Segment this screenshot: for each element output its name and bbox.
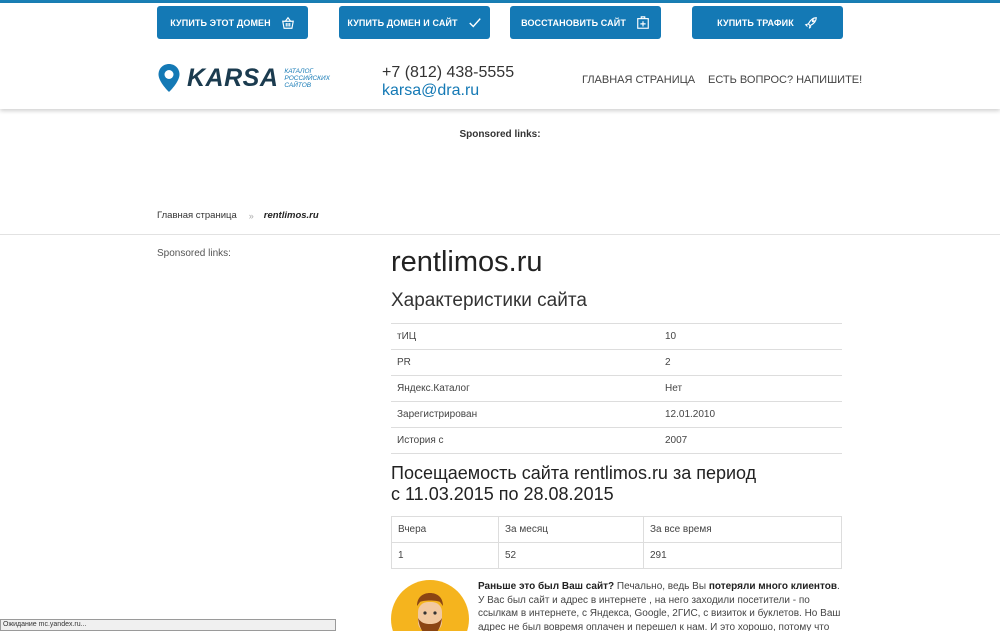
spec-key: История с: [397, 435, 444, 446]
traffic-heading-line2: с 11.03.2015 по 28.08.2015: [391, 484, 614, 504]
promo-question: Раньше это был Ваш сайт?: [478, 581, 615, 592]
check-icon: [468, 17, 481, 28]
basket-icon: [281, 16, 294, 29]
cell-yesterday: 1: [391, 542, 499, 569]
col-header-all-time: За все время: [643, 516, 842, 543]
spec-key: PR: [397, 357, 411, 368]
buy-traffic-button[interactable]: КУПИТЬ ТРАФИК: [692, 6, 843, 39]
bearded-man-icon: [417, 593, 443, 631]
table-row: 1 52 291: [391, 542, 842, 569]
avatar: [391, 580, 469, 631]
karsa-logo[interactable]: KARSA КАТАЛОГ РОССИЙСКИХ САЙТОВ: [157, 63, 332, 93]
buy-domain-label: КУПИТЬ ЭТОТ ДОМЕН: [170, 17, 271, 28]
spec-value: 2007: [665, 435, 688, 446]
plus-box-icon: [637, 15, 649, 29]
traffic-heading: Посещаемость сайта rentlimos.ru за перио…: [391, 463, 843, 505]
contact-email[interactable]: karsa@dra.ru: [382, 82, 479, 100]
traffic-table: Вчера За месяц За все время 1 52 291: [391, 516, 842, 569]
spec-key: Зарегистрирован: [397, 409, 478, 420]
breadcrumb: Главная страница » rentlimos.ru: [157, 210, 319, 221]
site-header: КУПИТЬ ЭТОТ ДОМЕН КУПИТЬ ДОМЕН И САЙТ ВО…: [0, 3, 1000, 109]
table-row: PR 2: [391, 350, 842, 376]
promo-text: Раньше это был Ваш сайт? Печально, ведь …: [478, 580, 844, 631]
rocket-icon: [804, 16, 817, 29]
logo-wordmark: KARSA: [187, 63, 279, 92]
restore-site-label: ВОССТАНОВИТЬ САЙТ: [521, 17, 626, 28]
table-row: Зарегистрирован 12.01.2010: [391, 402, 842, 428]
nav-contact-link[interactable]: ЕСТЬ ВОПРОС? НАПИШИТЕ!: [708, 74, 862, 86]
table-row: Яндекс.Каталог Нет: [391, 376, 842, 402]
table-row: тИЦ 10: [391, 324, 842, 350]
col-header-month: За месяц: [498, 516, 644, 543]
buy-traffic-label: КУПИТЬ ТРАФИК: [717, 17, 794, 28]
browser-status-bar: Ожидание mc.yandex.ru...: [0, 619, 336, 631]
restore-site-button[interactable]: ВОССТАНОВИТЬ САЙТ: [510, 6, 661, 39]
cell-all-time: 291: [643, 542, 842, 569]
spec-key: Яндекс.Каталог: [397, 383, 470, 394]
cell-month: 52: [498, 542, 644, 569]
breadcrumb-home-link[interactable]: Главная страница: [157, 210, 237, 221]
buy-domain-and-site-label: КУПИТЬ ДОМЕН И САЙТ: [347, 17, 458, 28]
buy-domain-button[interactable]: КУПИТЬ ЭТОТ ДОМЕН: [157, 6, 308, 39]
characteristics-table: тИЦ 10 PR 2 Яндекс.Каталог Нет Зарегистр…: [391, 323, 842, 454]
table-header-row: Вчера За месяц За все время: [391, 516, 842, 543]
logo-tagline: КАТАЛОГ РОССИЙСКИХ САЙТОВ: [284, 67, 330, 89]
nav-home-link[interactable]: ГЛАВНАЯ СТРАНИЦА: [582, 74, 695, 86]
traffic-heading-line1: Посещаемость сайта rentlimos.ru за перио…: [391, 463, 757, 483]
characteristics-heading: Характеристики сайта: [391, 290, 587, 311]
sponsored-links-heading: Sponsored links:: [459, 129, 541, 140]
spec-value: 10: [665, 331, 677, 342]
col-header-yesterday: Вчера: [391, 516, 499, 543]
breadcrumb-current: rentlimos.ru: [263, 210, 319, 221]
spec-key: тИЦ: [397, 331, 417, 342]
table-row: История с 2007: [391, 428, 842, 454]
spec-value: 2: [665, 357, 671, 368]
contact-phone[interactable]: +7 (812) 438-5555: [382, 64, 514, 82]
spec-value: 12.01.2010: [665, 409, 716, 420]
location-pin-icon: [158, 64, 180, 92]
divider: [0, 234, 1000, 235]
promo-bold: потеряли много клиентов: [708, 581, 837, 592]
buy-domain-and-site-button[interactable]: КУПИТЬ ДОМЕН И САЙТ: [339, 6, 490, 39]
page-title: rentlimos.ru: [391, 246, 543, 278]
breadcrumb-separator: »: [248, 210, 254, 221]
sidebar-sponsored-links: Sponsored links:: [157, 248, 231, 259]
spec-value: Нет: [665, 383, 683, 394]
promo-text-1: Печально, ведь Вы: [614, 581, 709, 592]
